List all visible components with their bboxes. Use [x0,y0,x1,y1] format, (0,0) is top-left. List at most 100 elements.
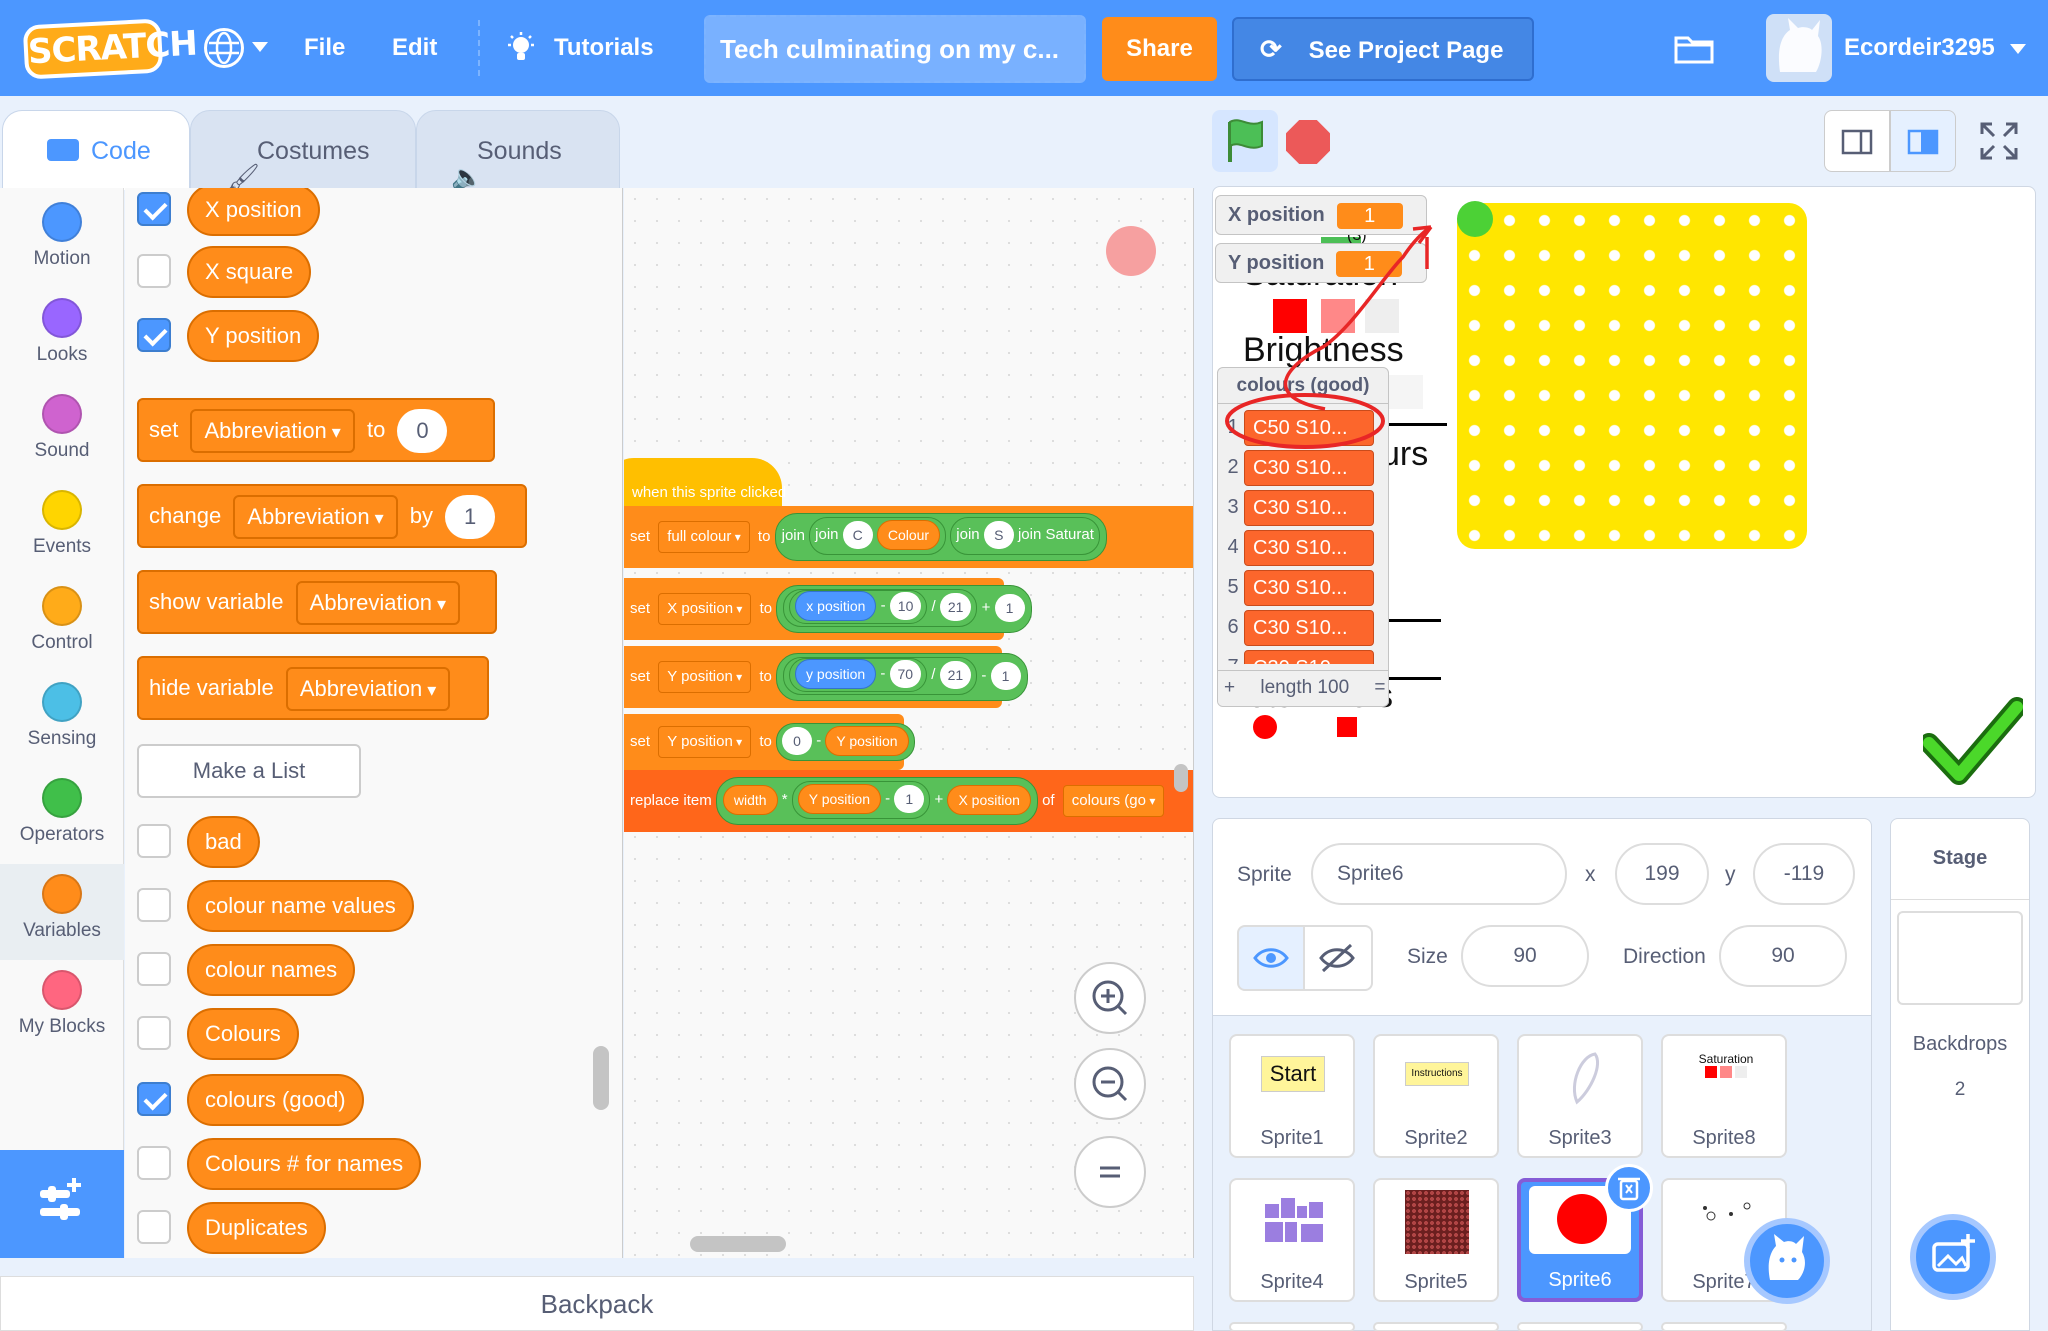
text-input[interactable]: S [983,521,1014,550]
hide-variable-block[interactable]: hide variable Abbreviation [137,656,489,720]
x-position-reporter[interactable]: X position [947,785,1031,816]
sprite-name-input[interactable]: Sprite6 [1311,843,1567,905]
variable-reporter[interactable]: Saturat [1046,526,1094,543]
backpack[interactable]: Backpack [0,1276,1194,1331]
width-reporter[interactable]: width [722,785,778,816]
variable-dropdown[interactable]: Y position [658,661,752,694]
choose-sprite-button[interactable] [1744,1218,1830,1304]
subtract-operator[interactable]: Y position - 1 [791,781,931,820]
avatar[interactable] [1766,14,1832,82]
sprite-tile-partial[interactable] [1661,1322,1787,1331]
checkbox-list[interactable] [137,824,171,858]
sprite-tile[interactable]: Sprite5 [1373,1178,1499,1302]
file-menu[interactable]: File [304,34,345,62]
tab-code[interactable]: Code [2,110,190,190]
set-y-position-block-2[interactable]: set Y position to 0 - Y position [624,714,915,770]
variable-dropdown[interactable]: full colour [658,521,750,554]
replace-item-block[interactable]: replace item width * Y position - 1 + X … [624,770,1193,832]
list-reporter[interactable]: colour names [187,944,356,996]
reporter-y-position[interactable]: Y position [187,310,320,362]
show-sprite-button[interactable] [1237,925,1305,991]
edit-menu[interactable]: Edit [392,34,437,62]
checkbox-list[interactable] [137,1146,171,1180]
divide-operator[interactable]: x position - 10 / 21 [783,589,978,628]
delete-sprite-button[interactable] [1605,1164,1653,1212]
size-input[interactable]: 90 [1461,925,1589,987]
number-input[interactable]: 10 [889,592,922,621]
checkbox-x-square[interactable] [137,254,171,288]
join-operator[interactable]: join join C Colour join S join Saturat [774,513,1107,562]
y-position-reporter[interactable]: y position [795,659,877,690]
list-dropdown[interactable]: colours (go [1062,785,1165,818]
variable-dropdown[interactable]: Abbreviation [233,495,398,540]
script-vertical-scrollbar[interactable] [1174,764,1188,792]
checkbox-list[interactable] [137,1210,171,1244]
my-stuff-folder-icon[interactable] [1674,32,1714,64]
value-input[interactable]: 1 [445,495,496,540]
set-y-position-block[interactable]: set Y position to y position - 70 / 21 -… [624,646,1028,708]
subtract-operator[interactable]: 0 - Y position [776,723,915,762]
direction-input[interactable]: 90 [1719,925,1847,987]
y-position-reporter[interactable]: Y position [797,784,881,815]
category-control[interactable]: Control [0,576,124,672]
reporter-x-square[interactable]: X square [187,246,312,298]
number-input[interactable]: 1 [990,662,1021,691]
green-flag-button[interactable] [1212,110,1278,172]
add-operator[interactable]: x position - 10 / 21 + 1 [776,585,1032,634]
subtract-operator[interactable]: y position - 70 [789,658,928,693]
sprite-tile[interactable]: Saturation Sprite8 [1661,1034,1787,1158]
number-input[interactable]: 0 [782,727,813,756]
checkbox-list[interactable] [137,952,171,986]
list-reporter[interactable]: bad [187,816,260,868]
list-reporter[interactable]: Duplicates [187,1202,326,1254]
tab-costumes[interactable]: 🖌 Costumes [190,110,416,192]
small-stage-button[interactable] [1824,110,1890,172]
value-input[interactable]: 0 [397,409,448,454]
category-motion[interactable]: Motion [0,192,124,288]
list-reporter[interactable]: Colours # for names [187,1138,422,1190]
list-reporter[interactable]: colours (good) [187,1074,364,1126]
add-extension-button[interactable] [0,1150,124,1258]
fullscreen-icon[interactable] [1978,120,2020,162]
project-title-input[interactable]: Tech culminating on my c... [704,15,1086,83]
sprite-tile-partial[interactable] [1229,1322,1355,1331]
set-x-position-block[interactable]: set X position to x position - 10 / 21 +… [624,578,1032,640]
sprite-tile[interactable]: Start Sprite1 [1229,1034,1355,1158]
make-a-list-button[interactable]: Make a List [137,744,361,798]
reporter-x-position[interactable]: X position [187,188,320,236]
zoom-reset-button[interactable] [1074,1136,1146,1208]
category-looks[interactable]: Looks [0,288,124,384]
show-variable-block[interactable]: show variable Abbreviation [137,570,497,634]
category-my-blocks[interactable]: My Blocks [0,960,124,1056]
category-sound[interactable]: Sound [0,384,124,480]
category-events[interactable]: Events [0,480,124,576]
choose-backdrop-button[interactable] [1910,1214,1996,1300]
chevron-down-icon[interactable] [252,42,268,52]
normal-stage-button[interactable] [1890,110,1956,172]
sprite-tile[interactable]: Sprite3 [1517,1034,1643,1158]
sprite-tile[interactable]: Sprite4 [1229,1178,1355,1302]
script-horizontal-scrollbar[interactable] [690,1236,786,1252]
x-input[interactable]: 199 [1615,843,1709,905]
join-operator[interactable]: join S join Saturat [950,517,1100,556]
set-full-colour-block[interactable]: set full colour to join join C Colour jo… [624,506,1193,568]
y-input[interactable]: -119 [1753,843,1855,905]
account-chevron-down-icon[interactable] [2010,44,2026,54]
add-operator[interactable]: width * Y position - 1 + X position [715,777,1038,826]
zoom-out-button[interactable] [1074,1048,1146,1120]
hide-sprite-button[interactable] [1305,925,1373,991]
variable-dropdown[interactable]: Abbreviation [285,667,451,712]
stage-thumbnail[interactable] [1897,911,2023,1005]
checkbox-y-position[interactable] [137,318,171,352]
number-input[interactable]: 70 [889,660,922,689]
variable-dropdown[interactable]: Abbreviation [190,409,355,454]
checkbox-list[interactable] [137,1082,171,1116]
number-input[interactable]: 1 [994,594,1025,623]
number-input[interactable]: 21 [939,593,972,622]
category-variables[interactable]: Variables [0,864,124,960]
category-operators[interactable]: Operators [0,768,124,864]
checkbox-list[interactable] [137,1016,171,1050]
x-position-reporter[interactable]: x position [795,591,877,622]
number-input[interactable]: 1 [894,785,925,814]
tutorials-button[interactable]: Tutorials [554,34,654,62]
